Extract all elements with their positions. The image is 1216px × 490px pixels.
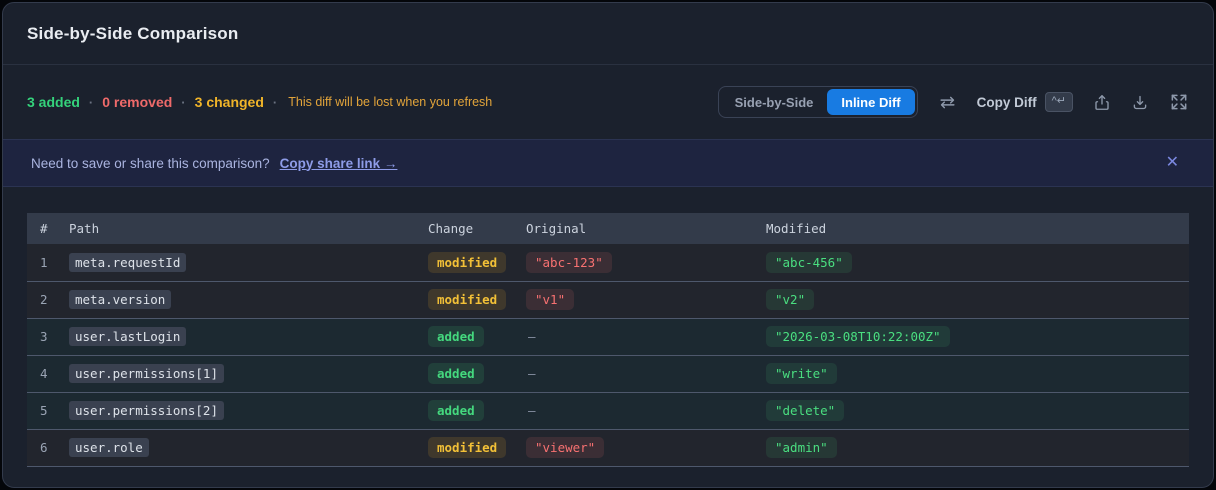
row-number: 1 <box>27 244 69 282</box>
fullscreen-button[interactable] <box>1169 92 1189 112</box>
diff-table-body: 1 meta.requestId modified "abc-123" "abc… <box>27 244 1189 467</box>
change-badge: added <box>428 400 484 421</box>
path-chip: user.lastLogin <box>69 327 187 346</box>
diff-lost-note: This diff will be lost when you refresh <box>288 95 493 109</box>
share-banner: Need to save or share this comparison? C… <box>3 139 1213 187</box>
page-title: Side-by-Side Comparison <box>27 23 239 43</box>
original-value: — <box>528 403 536 418</box>
modified-value: "v2" <box>766 289 815 310</box>
inline-diff-tab[interactable]: Inline Diff <box>827 89 915 115</box>
change-badge: modified <box>428 437 507 458</box>
diff-table-header: # Path Change Original Modified <box>27 213 1189 244</box>
original-value: — <box>528 366 536 381</box>
copy-diff-button[interactable]: Copy Diff ^↵ <box>976 92 1073 112</box>
swap-icon <box>938 93 957 112</box>
removed-count: 0 removed <box>102 94 173 110</box>
close-icon: ✕ <box>1165 154 1179 171</box>
stat-separator: · <box>181 94 186 110</box>
path-chip: user.role <box>69 438 149 457</box>
modified-value: "delete" <box>766 400 845 421</box>
view-mode-toggle: Side-by-Side Inline Diff <box>717 86 918 118</box>
download-icon <box>1131 93 1149 112</box>
modified-value: "admin" <box>766 437 837 458</box>
changed-count: 3 changed <box>194 94 264 110</box>
path-chip: meta.version <box>69 290 172 309</box>
diff-stats: 3 added · 0 removed · 3 changed · This d… <box>27 94 492 110</box>
modified-value: "write" <box>766 363 837 384</box>
share-button[interactable] <box>1093 93 1111 112</box>
table-row: 6 user.role modified "viewer" "admin" <box>27 429 1189 467</box>
table-row: 3 user.lastLogin added — "2026-03-08T10:… <box>27 318 1189 356</box>
row-number: 4 <box>27 355 69 393</box>
banner-close-button[interactable]: ✕ <box>1160 151 1185 175</box>
table-row: 4 user.permissions[1] added — "write" <box>27 355 1189 393</box>
change-badge: modified <box>428 251 507 273</box>
column-header-modified: Modified <box>766 213 1189 244</box>
diff-table: # Path Change Original Modified 1 meta.r… <box>27 213 1189 467</box>
column-header-number: # <box>27 213 69 244</box>
copy-diff-label: Copy Diff <box>976 94 1037 110</box>
swap-sides-button[interactable] <box>938 93 957 112</box>
table-row: 1 meta.requestId modified "abc-123" "abc… <box>27 244 1189 282</box>
path-chip: meta.requestId <box>69 252 187 272</box>
stat-separator: · <box>88 94 94 110</box>
table-row: 2 meta.version modified "v1" "v2" <box>27 281 1189 319</box>
change-badge: added <box>428 363 484 384</box>
path-chip: user.permissions[2] <box>69 401 224 420</box>
toolbar: 3 added · 0 removed · 3 changed · This d… <box>3 65 1213 139</box>
share-icon <box>1093 93 1111 112</box>
original-value: — <box>528 329 536 344</box>
original-value: "viewer" <box>526 437 605 458</box>
row-number: 2 <box>27 281 69 319</box>
copy-share-link[interactable]: Copy share link → <box>280 156 398 171</box>
original-value: "abc-123" <box>526 251 612 273</box>
column-header-change: Change <box>428 213 526 244</box>
row-number: 6 <box>27 429 69 467</box>
original-value: "v1" <box>526 289 575 310</box>
download-button[interactable] <box>1131 93 1149 112</box>
path-chip: user.permissions[1] <box>69 364 224 383</box>
titlebar: Side-by-Side Comparison <box>3 3 1213 65</box>
banner-message: Need to save or share this comparison? <box>31 155 270 171</box>
column-header-original: Original <box>526 213 766 244</box>
row-number: 3 <box>27 318 69 356</box>
column-header-path: Path <box>69 213 428 244</box>
side-by-side-tab[interactable]: Side-by-Side <box>721 89 828 115</box>
toolbar-controls: Side-by-Side Inline Diff Copy Diff ^↵ <box>717 86 1189 118</box>
added-count: 3 added <box>27 94 80 110</box>
copy-diff-shortcut-badge: ^↵ <box>1044 92 1073 112</box>
modified-value: "2026-03-08T10:22:00Z" <box>766 326 950 347</box>
change-badge: modified <box>428 289 507 310</box>
expand-icon <box>1169 92 1189 112</box>
table-row: 5 user.permissions[2] added — "delete" <box>27 392 1189 430</box>
modified-value: "abc-456" <box>766 251 852 273</box>
diff-table-section: # Path Change Original Modified 1 meta.r… <box>3 187 1213 467</box>
comparison-card: Side-by-Side Comparison 3 added · 0 remo… <box>2 2 1214 488</box>
change-badge: added <box>428 326 484 347</box>
row-number: 5 <box>27 392 69 430</box>
stat-separator: · <box>272 94 278 110</box>
